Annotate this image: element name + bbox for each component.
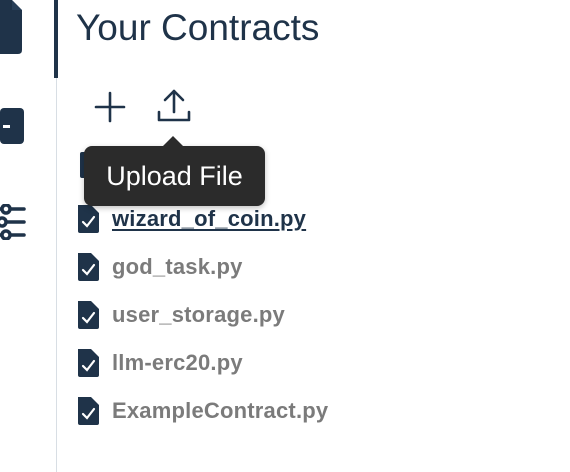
file-list-item[interactable]: llm-erc20.py — [78, 339, 328, 387]
python-file-icon — [78, 397, 100, 425]
file-list-item[interactable]: user_storage.py — [78, 291, 328, 339]
tooltip-text: Upload File — [106, 161, 243, 191]
file-name: llm-erc20.py — [112, 350, 243, 375]
file-list-item[interactable]: god_task.py — [78, 243, 328, 291]
contracts-page: Your Contracts wizard_of_coin.py god_tas… — [0, 0, 570, 472]
upload-file-button[interactable] — [153, 86, 195, 126]
activity-rail — [0, 0, 56, 472]
contract-file-list: wizard_of_coin.py god_task.py user_stora… — [78, 195, 328, 435]
python-file-icon — [78, 301, 100, 329]
deploy-icon[interactable] — [0, 108, 26, 149]
panel-divider — [56, 78, 57, 472]
page-title: Your Contracts — [76, 7, 320, 48]
plus-icon — [90, 91, 130, 131]
file-name: user_storage.py — [112, 302, 285, 327]
upload-file-tooltip: Upload File — [84, 136, 265, 206]
file-name: wizard_of_coin.py — [112, 206, 307, 231]
python-file-icon — [78, 349, 100, 377]
python-file-icon — [78, 253, 100, 281]
upload-icon — [153, 89, 195, 129]
sliders-icon[interactable] — [0, 203, 26, 245]
file-icon[interactable] — [0, 0, 24, 59]
python-file-icon — [78, 205, 100, 233]
add-contract-button[interactable] — [90, 88, 130, 128]
file-name: ExampleContract.py — [112, 398, 329, 423]
file-name: god_task.py — [112, 254, 243, 279]
active-panel-indicator — [54, 0, 58, 78]
file-list-item[interactable]: ExampleContract.py — [78, 387, 328, 435]
